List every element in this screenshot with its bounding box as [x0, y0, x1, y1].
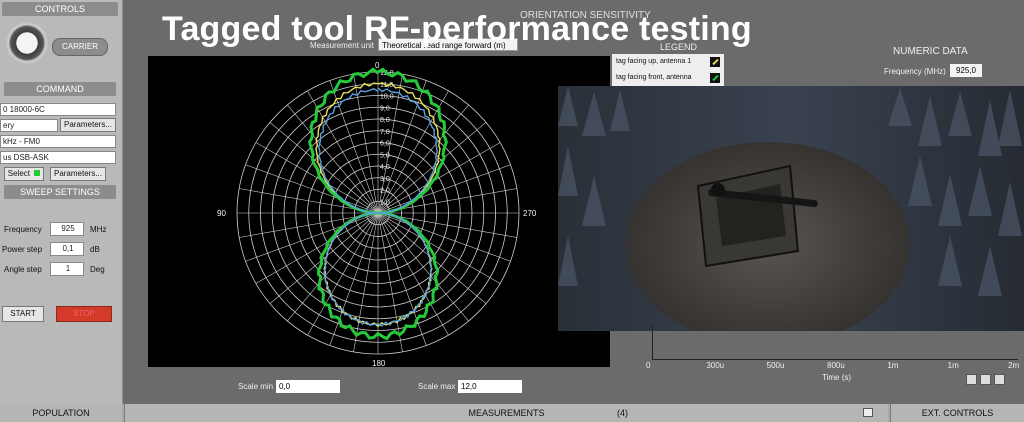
- select-indicator-icon: [34, 170, 41, 176]
- start-button[interactable]: START: [2, 306, 44, 322]
- radial-tick-label: 2,0: [380, 188, 390, 195]
- legend-item-2: tag facing front, antenna: [616, 74, 692, 81]
- angle-label: 90: [217, 209, 226, 218]
- controls-header: CONTROLS: [2, 2, 118, 16]
- frequency-input[interactable]: 925: [50, 222, 84, 236]
- sweep-settings-header: SWEEP SETTINGS: [4, 185, 116, 199]
- measurements-tab[interactable]: MEASUREMENTS (4): [124, 404, 888, 422]
- ext-controls-tab[interactable]: EXT. CONTROLS: [890, 404, 1024, 422]
- carrier-button[interactable]: CARRIER: [52, 38, 108, 56]
- anechoic-chamber-image: [558, 86, 1024, 331]
- time-tick-label: 2m: [1008, 361, 1020, 370]
- select-label: Select: [7, 169, 30, 178]
- radial-tick-label: 7,0: [380, 129, 390, 136]
- numeric-data-title: NUMERIC DATA: [893, 46, 968, 57]
- time-tick-label: 800u: [827, 361, 845, 370]
- cursor-tool-icon[interactable]: [966, 374, 977, 385]
- time-tick-labels: 0 300u 500u 800u 1m 1m 2m: [646, 361, 1022, 373]
- stop-button[interactable]: STOP: [56, 306, 112, 322]
- angle-label: 0: [375, 61, 380, 70]
- time-axis-label: Time (s): [822, 373, 852, 382]
- polar-chart: 1,02,03,04,05,06,07,08,09,010,011,012,00…: [217, 61, 537, 368]
- graph-tool-icons: [966, 374, 1016, 386]
- minimize-icon[interactable]: [863, 408, 873, 417]
- time-tick-label: 1m: [887, 361, 899, 370]
- radial-tick-label: 3,0: [380, 176, 390, 183]
- protocol-field[interactable]: 0 18000-6C: [0, 103, 116, 116]
- scale-max-input[interactable]: 12,0: [458, 380, 522, 393]
- angle-step-label: Angle step: [4, 265, 42, 274]
- time-tick-label: 300u: [706, 361, 725, 370]
- numeric-frequency-value: 925,0: [950, 64, 982, 77]
- angle-step-unit: Deg: [90, 265, 105, 274]
- modulation-field[interactable]: us DSB-ASK: [0, 151, 116, 164]
- radial-tick-label: 5,0: [380, 152, 390, 159]
- population-tab[interactable]: POPULATION: [0, 404, 122, 422]
- radial-tick-label: 4,0: [380, 164, 390, 171]
- radial-tick-label: 1,0: [380, 199, 390, 206]
- carrier-knob[interactable]: [6, 22, 48, 64]
- time-chart-axis: [652, 325, 1018, 360]
- power-step-input[interactable]: 0,1: [50, 242, 84, 256]
- anechoic-chamber-photo: [558, 86, 1024, 331]
- zoom-tool-icon[interactable]: [980, 374, 991, 385]
- power-step-unit: dB: [90, 245, 100, 254]
- legend-swatch-1[interactable]: [710, 57, 720, 67]
- angle-step-input[interactable]: 1: [50, 262, 84, 276]
- numeric-frequency-label: Frequency (MHz): [884, 67, 946, 76]
- radial-tick-label: 10,0: [380, 94, 394, 101]
- angle-label: 270: [523, 209, 537, 218]
- scale-min-input[interactable]: 0,0: [276, 380, 340, 393]
- time-tick-label: 500u: [766, 361, 785, 370]
- parameters-button[interactable]: Parameters...: [60, 118, 116, 132]
- radial-tick-label: 6,0: [380, 141, 390, 148]
- scale-min-label: Scale min: [238, 382, 274, 391]
- controls-panel: CONTROLS CARRIER COMMAND 0 18000-6C ery …: [0, 0, 123, 404]
- power-step-label: Power step: [2, 245, 43, 254]
- parameters-button-2[interactable]: Parameters...: [50, 167, 106, 181]
- radial-tick-label: 8,0: [380, 117, 390, 124]
- frequency-unit: MHz: [90, 225, 107, 234]
- radial-tick-label: 9,0: [380, 105, 390, 112]
- scale-max-label: Scale max: [418, 382, 456, 391]
- bottom-bar: POPULATION MEASUREMENTS (4) EXT. CONTROL…: [0, 404, 1024, 422]
- command-header: COMMAND: [4, 82, 116, 96]
- measurements-count: (4): [617, 408, 628, 418]
- overlay-title: Tagged tool RF-performance testing: [162, 10, 752, 48]
- pan-tool-icon[interactable]: [994, 374, 1005, 385]
- select-button[interactable]: Select: [4, 167, 44, 181]
- time-axis-line: [652, 325, 653, 359]
- legend-swatch-2[interactable]: [710, 73, 720, 83]
- time-tick-label: 0: [646, 361, 651, 370]
- measurements-label: MEASUREMENTS: [468, 408, 545, 418]
- legend-box: tag facing up, antenna 1 tag facing fron…: [612, 54, 724, 90]
- link-field[interactable]: kHz - FM0: [0, 135, 116, 148]
- time-tick-label: 1m: [947, 361, 959, 370]
- angle-label: 180: [372, 359, 386, 367]
- polar-chart-panel: 1,0 2,0 3,0 4,0 5,0 6,0 7,0 8,0 9,0 10,0 11,0 12,0 0…: [148, 56, 610, 368]
- legend-item-1: tag facing up, antenna 1: [616, 58, 692, 65]
- frequency-label: Frequency: [4, 225, 42, 234]
- time-axis-baseline: [652, 359, 1018, 360]
- query-field[interactable]: ery: [0, 119, 58, 132]
